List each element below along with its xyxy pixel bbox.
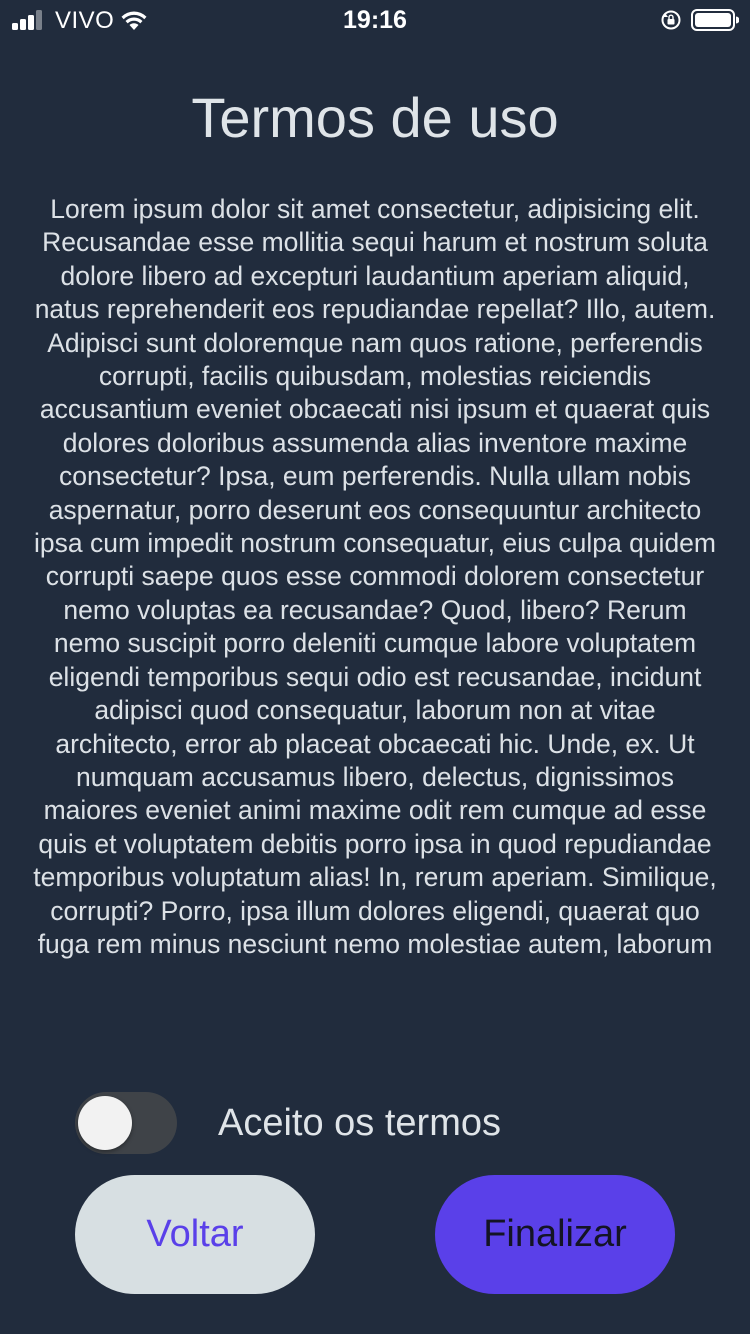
terms-text: Lorem ipsum dolor sit amet consectetur, … bbox=[33, 194, 717, 959]
rotation-lock-icon bbox=[661, 10, 681, 30]
status-time: 19:16 bbox=[343, 6, 407, 34]
battery-icon bbox=[691, 9, 739, 31]
page-title: Termos de uso bbox=[191, 86, 559, 149]
accept-terms-toggle[interactable] bbox=[75, 1092, 177, 1154]
terms-screen: VIVO 19:16 Termos de uso Lorem ipsum dol… bbox=[0, 0, 750, 1334]
accept-terms-label: Aceito os termos bbox=[218, 1102, 501, 1144]
toggle-knob bbox=[78, 1096, 132, 1150]
terms-scroll-area[interactable]: Lorem ipsum dolor sit amet consectetur, … bbox=[30, 193, 720, 1053]
finish-button[interactable]: Finalizar bbox=[435, 1175, 675, 1294]
status-bar: VIVO 19:16 bbox=[0, 0, 750, 40]
back-button[interactable]: Voltar bbox=[75, 1175, 315, 1294]
